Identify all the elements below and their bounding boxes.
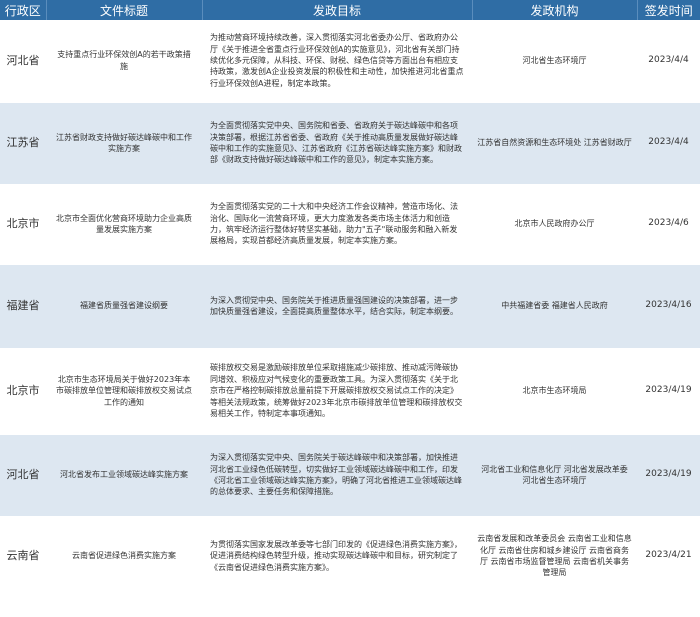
org-cell: 河北省生态环境厅	[472, 20, 637, 103]
goal-cell: 为深入贯彻党中央、国务院关于推进质量强国建设的决策部署，进一步加快质量强省建设，…	[202, 264, 472, 349]
title-cell: 江苏省财政支持做好碳达峰碳中和工作实施方案	[46, 102, 202, 185]
title-cell: 云南省促进绿色消费实施方案	[46, 516, 202, 597]
date-cell: 2023/4/6	[637, 184, 700, 265]
policy-table: 行政区 文件标题 发政目标 发政机构 签发时间 河北省 支持重点行业环保效创A的…	[0, 0, 700, 597]
header-row: 行政区 文件标题 发政目标 发政机构 签发时间	[0, 0, 700, 20]
region-cell: 北京市	[0, 348, 46, 435]
goal-cell: 为全面贯彻落实党的二十大和中央经济工作会议精神，营造市场化、法治化、国际化一流营…	[202, 184, 472, 265]
header-region: 行政区	[0, 0, 47, 20]
goal-cell: 为深入贯彻落实党中央、国务院关于碳达峰碳中和决策部署，加快推进河北省工业绿色低碳…	[202, 434, 472, 517]
goal-cell: 为推动营商环境持续改善，深入贯彻落实河北省委办公厅、省政府办公厅《关于推进全省重…	[202, 20, 472, 103]
goal-cell: 碳排放权交易是激励碳排放单位采取措施减少碳排放、推动减污降碳协同增效、积极应对气…	[202, 348, 472, 435]
org-cell: 北京市人民政府办公厅	[472, 184, 637, 265]
region-cell: 云南省	[0, 516, 46, 597]
org-cell: 河北省工业和信息化厅 河北省发展改革委 河北省生态环境厅	[472, 434, 637, 517]
header-goal: 发政目标	[202, 0, 473, 20]
org-cell: 江苏省自然资源和生态环境处 江苏省财政厅	[472, 102, 637, 185]
date-cell: 2023/4/19	[637, 434, 700, 517]
org-cell: 中共福建省委 福建省人民政府	[472, 264, 637, 349]
org-cell: 北京市生态环境局	[472, 348, 637, 435]
header-title: 文件标题	[46, 0, 203, 20]
table-row: 北京市 北京市全面优化营商环境助力企业高质量发展实施方案 为全面贯彻落实党的二十…	[0, 184, 700, 265]
region-cell: 河北省	[0, 434, 46, 517]
table-row: 河北省 支持重点行业环保效创A的若干政策措施 为推动营商环境持续改善，深入贯彻落…	[0, 20, 700, 103]
region-cell: 河北省	[0, 20, 46, 103]
header-date: 签发时间	[637, 0, 700, 20]
header-org: 发政机构	[472, 0, 638, 20]
date-cell: 2023/4/16	[637, 264, 700, 349]
title-cell: 北京市生态环境局关于做好2023年本市碳排放单位管理和碳排放权交易试点工作的通知	[46, 348, 202, 435]
title-cell: 福建省质量强省建设纲要	[46, 264, 202, 349]
region-cell: 福建省	[0, 264, 46, 349]
table-row: 河北省 河北省发布工业领域碳达峰实施方案 为深入贯彻落实党中央、国务院关于碳达峰…	[0, 434, 700, 517]
date-cell: 2023/4/19	[637, 348, 700, 435]
table-row: 江苏省 江苏省财政支持做好碳达峰碳中和工作实施方案 为全面贯彻落实党中央、国务院…	[0, 102, 700, 185]
date-cell: 2023/4/21	[637, 516, 700, 597]
table-row: 云南省 云南省促进绿色消费实施方案 为贯彻落实国家发展改革委等七部门印发的《促进…	[0, 516, 700, 597]
goal-cell: 为贯彻落实国家发展改革委等七部门印发的《促进绿色消费实施方案》，促进消费结构绿色…	[202, 516, 472, 597]
title-cell: 河北省发布工业领域碳达峰实施方案	[46, 434, 202, 517]
goal-cell: 为全面贯彻落实党中央、国务院和省委、省政府关于碳达峰碳中和各项决策部署，根据江苏…	[202, 102, 472, 185]
title-cell: 北京市全面优化营商环境助力企业高质量发展实施方案	[46, 184, 202, 265]
table-row: 福建省 福建省质量强省建设纲要 为深入贯彻党中央、国务院关于推进质量强国建设的决…	[0, 264, 700, 349]
table-row: 北京市 北京市生态环境局关于做好2023年本市碳排放单位管理和碳排放权交易试点工…	[0, 348, 700, 435]
date-cell: 2023/4/4	[637, 20, 700, 103]
region-cell: 北京市	[0, 184, 46, 265]
title-cell: 支持重点行业环保效创A的若干政策措施	[46, 20, 202, 103]
region-cell: 江苏省	[0, 102, 46, 185]
date-cell: 2023/4/4	[637, 102, 700, 185]
org-cell: 云南省发展和改革委员会 云南省工业和信息化厅 云南省住房和城乡建设厅 云南省商务…	[472, 516, 637, 597]
